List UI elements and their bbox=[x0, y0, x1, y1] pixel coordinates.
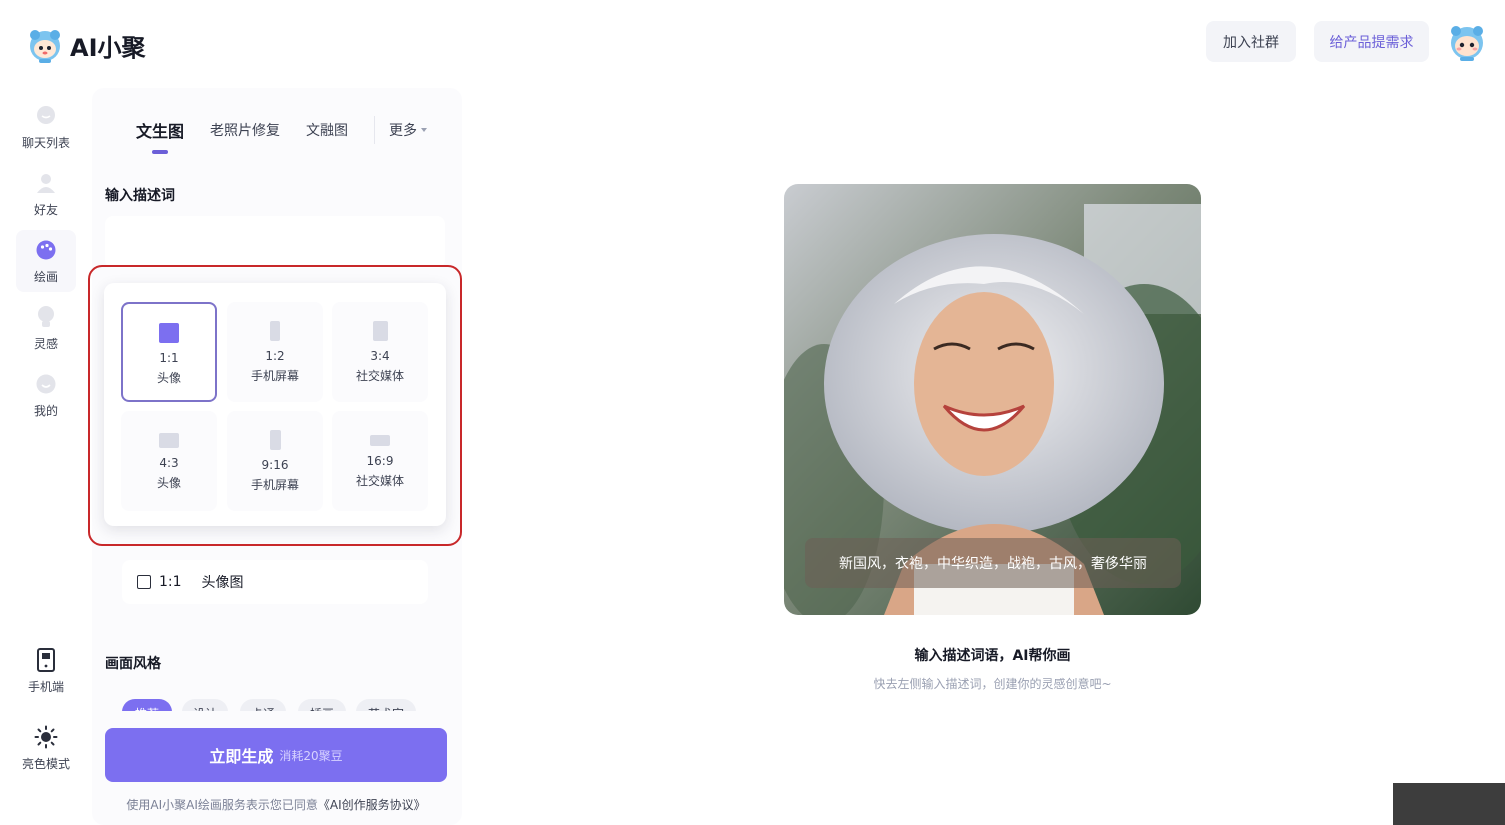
portrait-shape-icon bbox=[270, 321, 280, 341]
agreement-text: 使用AI小聚AI绘画服务表示您已同意《AI创作服务协议》 bbox=[105, 796, 447, 813]
app-name: AI小聚 bbox=[70, 33, 146, 62]
generate-cost: 消耗20聚豆 bbox=[279, 748, 343, 763]
square-shape-icon bbox=[159, 323, 179, 343]
tab-divider bbox=[374, 116, 376, 144]
ratio-option-9-16[interactable]: 9:16 手机屏幕 bbox=[227, 411, 323, 511]
nav-inspiration[interactable]: 灵感 bbox=[16, 297, 76, 359]
ratio-value: 16:9 bbox=[366, 454, 394, 468]
square-ratio-icon bbox=[137, 575, 151, 589]
prompt-section-title: 输入描述词 bbox=[105, 188, 175, 204]
size-selector[interactable]: 1:1 头像图 bbox=[122, 560, 428, 604]
agreement-prefix: 使用AI小聚AI绘画服务表示您已同意 bbox=[126, 798, 318, 812]
top-header: AI小聚 加入社群 给产品提需求 bbox=[0, 0, 1505, 84]
landscape-shape-icon bbox=[370, 435, 390, 446]
mascot-logo-icon bbox=[30, 30, 60, 63]
app-logo[interactable]: AI小聚 bbox=[26, 26, 146, 64]
join-community-button[interactable]: 加入社群 bbox=[1206, 21, 1296, 62]
size-ratio: 1:1 bbox=[159, 574, 182, 590]
tab-more-label: 更多 bbox=[389, 123, 418, 139]
nav-chat-list[interactable]: 聊天列表 bbox=[16, 96, 76, 158]
feedback-button[interactable]: 给产品提需求 bbox=[1314, 21, 1429, 62]
ratio-option-16-9[interactable]: 16:9 社交媒体 bbox=[332, 411, 428, 511]
nav-label: 我的 bbox=[33, 403, 58, 418]
sample-prompt-caption: 新国风，衣袍，中华织造，战袍，古风，奢侈华丽 bbox=[805, 538, 1181, 588]
nav-label: 聊天列表 bbox=[21, 135, 70, 150]
smile-icon bbox=[34, 372, 58, 396]
nav-label: 好友 bbox=[33, 202, 58, 217]
aspect-ratio-picker: 1:1 头像 1:2 手机屏幕 3:4 社交媒体 4:3 头像 9:16 手机屏… bbox=[104, 283, 446, 526]
nav-painting[interactable]: 绘画 bbox=[16, 230, 76, 292]
size-label: 头像图 bbox=[201, 575, 244, 591]
ratio-label: 社交媒体 bbox=[355, 369, 404, 383]
tab-more-dropdown[interactable]: 更多 bbox=[389, 120, 428, 140]
light-mode-toggle[interactable]: 亮色模式 bbox=[16, 717, 76, 779]
nav-label: 灵感 bbox=[33, 336, 58, 351]
style-chip[interactable]: 插画 bbox=[298, 699, 346, 711]
ratio-option-1-1[interactable]: 1:1 头像 bbox=[121, 302, 217, 402]
ratio-option-1-2[interactable]: 1:2 手机屏幕 bbox=[227, 302, 323, 402]
ratio-value: 1:1 bbox=[159, 351, 179, 365]
phone-icon bbox=[34, 647, 58, 672]
tab-old-photo-restore[interactable]: 老照片修复 bbox=[210, 120, 280, 140]
nav-friends[interactable]: 好友 bbox=[16, 163, 76, 225]
style-section-title: 画面风格 bbox=[105, 656, 161, 672]
tab-text-blend-image[interactable]: 文融图 bbox=[306, 120, 348, 140]
ratio-label: 手机屏幕 bbox=[250, 369, 299, 383]
ratio-value: 1:2 bbox=[265, 349, 285, 363]
prompt-input[interactable] bbox=[105, 216, 445, 268]
corner-overlay bbox=[1393, 783, 1505, 825]
empty-state-title: 输入描述词语，AI帮你画 bbox=[914, 648, 1071, 664]
nav-label: 手机端 bbox=[27, 679, 64, 694]
nav-label: 亮色模式 bbox=[21, 756, 70, 771]
generate-label: 立即生成 bbox=[209, 747, 274, 766]
caret-down-icon bbox=[421, 128, 428, 132]
nav-label: 绘画 bbox=[33, 269, 58, 284]
ratio-label: 社交媒体 bbox=[355, 474, 404, 488]
tab-text-to-image[interactable]: 文生图 bbox=[136, 118, 184, 154]
landscape-shape-icon bbox=[159, 433, 179, 448]
generate-button[interactable]: 立即生成 消耗20聚豆 bbox=[105, 728, 447, 782]
ratio-label: 头像 bbox=[156, 371, 181, 385]
left-nav-rail: 聊天列表 好友 绘画 灵感 我的 手机端 亮色模式 bbox=[0, 84, 92, 825]
chat-bubble-icon bbox=[34, 104, 58, 128]
person-icon bbox=[34, 171, 58, 195]
style-chip[interactable]: 推荐 bbox=[122, 699, 172, 711]
ratio-label: 手机屏幕 bbox=[250, 478, 299, 492]
style-chip[interactable]: 艺术家 bbox=[356, 699, 416, 711]
ratio-value: 4:3 bbox=[159, 456, 179, 470]
user-avatar[interactable] bbox=[1448, 22, 1486, 62]
style-chip[interactable]: 卡通 bbox=[240, 699, 286, 711]
ratio-value: 9:16 bbox=[261, 458, 289, 472]
empty-state-subtitle: 快去左侧输入描述词，创建你的灵感创意吧~ bbox=[873, 677, 1112, 691]
sun-icon bbox=[34, 725, 58, 749]
nav-mobile[interactable]: 手机端 bbox=[16, 640, 76, 702]
nav-mine[interactable]: 我的 bbox=[16, 364, 76, 426]
lightbulb-icon bbox=[34, 305, 58, 329]
ratio-value: 3:4 bbox=[370, 349, 390, 363]
portrait-shape-icon bbox=[269, 430, 281, 450]
agreement-link[interactable]: 《AI创作服务协议》 bbox=[318, 798, 426, 812]
ratio-option-4-3[interactable]: 4:3 头像 bbox=[121, 411, 217, 511]
mode-tabs: 文生图 老照片修复 文融图 更多 bbox=[136, 112, 428, 154]
ratio-option-3-4[interactable]: 3:4 社交媒体 bbox=[332, 302, 428, 402]
portrait-shape-icon bbox=[372, 321, 388, 341]
ratio-label: 头像 bbox=[156, 476, 181, 490]
style-chips: 推荐 设计 卡通 插画 艺术家 bbox=[122, 697, 428, 711]
style-chip[interactable]: 设计 bbox=[182, 699, 228, 711]
palette-icon bbox=[34, 238, 58, 262]
